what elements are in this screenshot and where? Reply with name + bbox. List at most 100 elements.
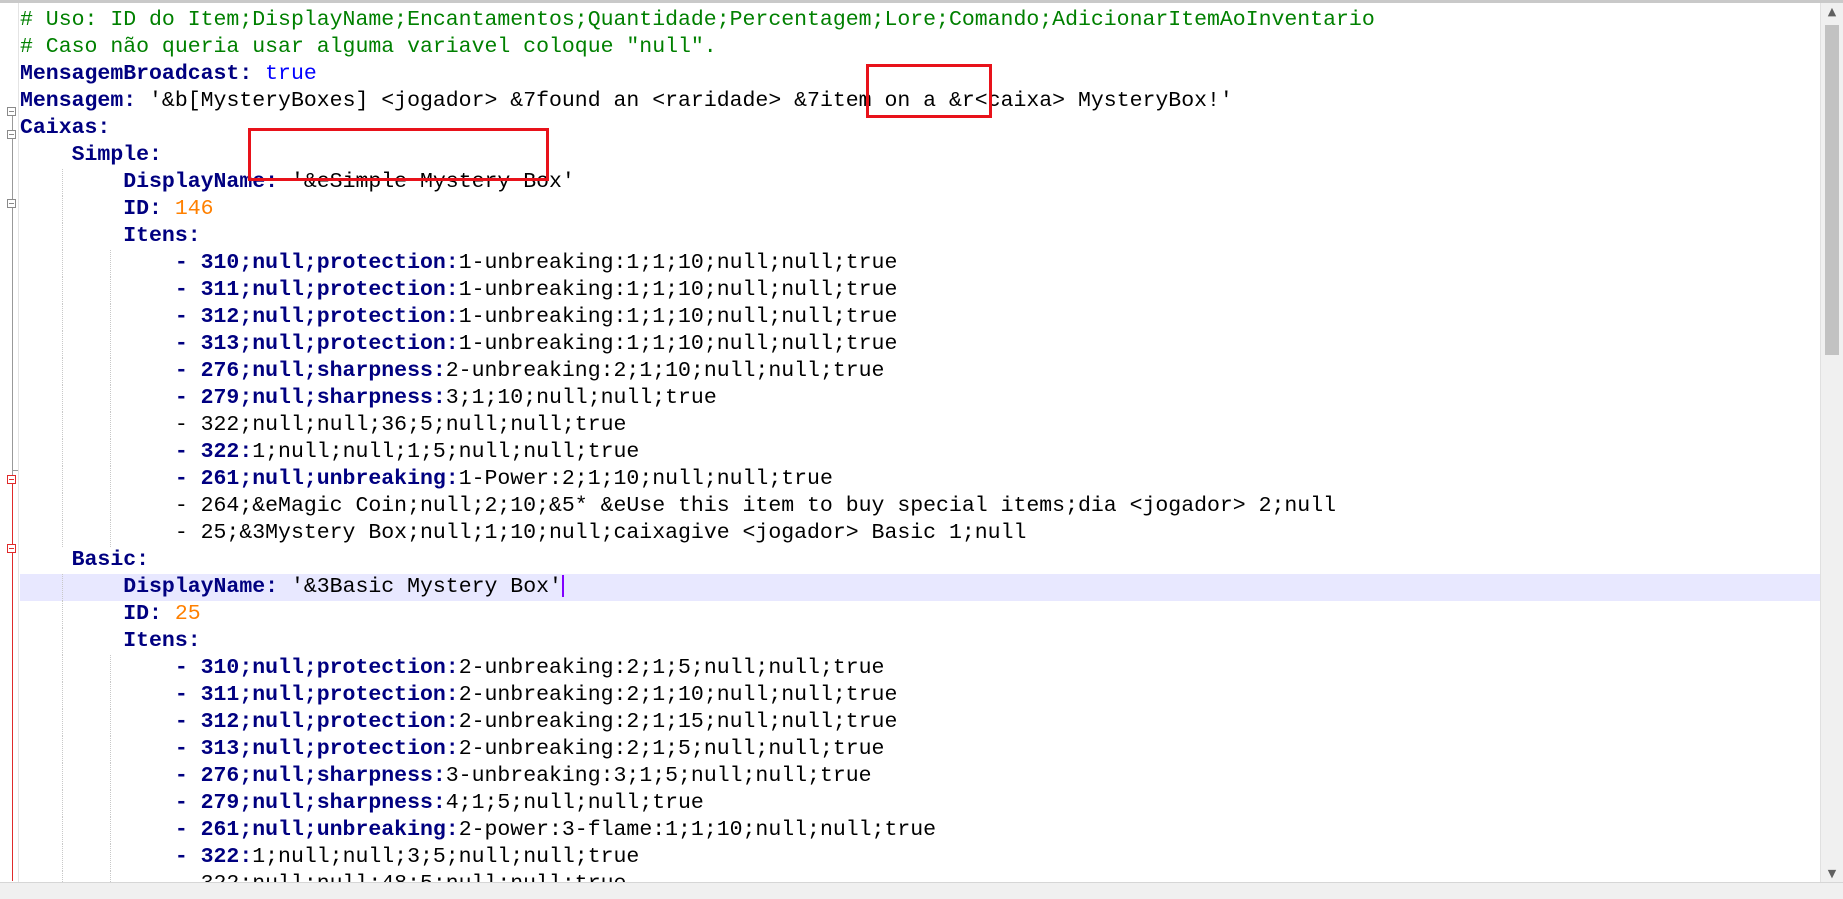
code-line[interactable]: - 279;null;sharpness:3;1;10;null;null;tr… [20,385,1821,412]
vertical-scrollbar[interactable]: ▲ ▼ [1820,3,1843,883]
fold-gutter [0,3,19,883]
code-line[interactable]: - 313;null;protection:2-unbreaking:2;1;5… [20,736,1821,763]
code-line[interactable]: - 322:1;null;null;1;5;null;null;true [20,439,1821,466]
item-prefix: - 322: [174,440,253,464]
item-prefix: - 313;null;protection: [174,332,459,356]
arrow-up-icon[interactable]: ▲ [1821,3,1843,21]
yaml-key: ID [123,197,150,221]
item-rest: 2-unbreaking:2;1;5;null;null;true [458,656,885,680]
code-line[interactable]: - 322:1;null;null;3;5;null;null;true [20,844,1821,871]
code-line[interactable]: Itens: [20,223,1821,250]
indent-guide [62,574,63,601]
item-rest: 2-unbreaking:2;1;15;null;null;true [458,710,898,734]
yaml-key: Mensagem [20,89,124,113]
indent-guide [110,385,111,412]
colon: : [239,62,266,86]
code-line[interactable]: - 279;null;sharpness:4;1;5;null;null;tru… [20,790,1821,817]
highlight-box-displayname [248,128,549,181]
comment-text: # Caso não queria usar alguma variavel c… [20,35,717,59]
yaml-key: DisplayName [123,170,266,194]
yaml-section-key: Basic [71,548,137,572]
scroll-thumb[interactable] [1825,25,1839,355]
code-line[interactable]: Itens: [20,628,1821,655]
item-rest: 4;1;5;null;null;true [445,791,704,815]
top-border [0,0,1843,3]
code-line[interactable]: - 25;&3Mystery Box;null;1;10;null;caixag… [20,520,1821,547]
indent-guide [62,655,63,682]
item-prefix: - 311;null;protection: [174,683,459,707]
colon: : [149,197,175,221]
item-rest: 2-unbreaking:2;1;10;null;null;true [458,683,898,707]
code-editor[interactable]: # Uso: ID do Item;DisplayName;Encantamen… [0,0,1843,899]
item-prefix: - 310;null;protection: [174,656,459,680]
indent-guide [62,196,63,223]
item-rest: 3;1;10;null;null;true [445,386,717,410]
item-prefix: - 279;null;sharpness: [174,386,446,410]
yaml-section-key: Simple [71,143,150,167]
code-line[interactable]: DisplayName: '&3Basic Mystery Box' [20,574,1821,601]
code-line[interactable]: - 310;null;protection:1-unbreaking:1;1;1… [20,250,1821,277]
fold-minus-icon[interactable] [7,544,16,553]
code-line[interactable]: - 322;null;null;36;5;null;null;true [20,412,1821,439]
item-prefix: - 261;null;unbreaking: [174,467,459,491]
yaml-value: 25 [174,602,201,626]
item-rest: 2-unbreaking:2;1;10;null;null;true [445,359,885,383]
fold-minus-icon[interactable] [7,475,16,484]
indent-guide [62,385,63,412]
indent-guide [110,655,111,682]
code-line[interactable]: ID: 25 [20,601,1821,628]
fold-line-simple-itens [12,207,13,471]
fold-minus-icon[interactable] [7,130,16,139]
indent-guide [62,412,63,439]
code-line[interactable]: ID: 146 [20,196,1821,223]
indent-guide [62,358,63,385]
yaml-key: DisplayName [123,575,266,599]
indent-guide [62,790,63,817]
item-rest: 1-unbreaking:1;1;10;null;null;true [458,332,898,356]
colon: : [187,629,201,653]
code-line[interactable]: - 276;null;sharpness:3-unbreaking:3;1;5;… [20,763,1821,790]
indent-guide [62,682,63,709]
code-line[interactable]: - 313;null;protection:1-unbreaking:1;1;1… [20,331,1821,358]
code-line[interactable]: - 312;null;protection:2-unbreaking:2;1;1… [20,709,1821,736]
colon: : [187,224,201,248]
item-rest: 1-unbreaking:1;1;10;null;null;true [458,305,898,329]
indent-guide [110,844,111,871]
fold-minus-icon[interactable] [7,107,16,116]
indent-guide [110,736,111,763]
item-prefix: - 313;null;protection: [174,737,459,761]
code-line[interactable]: - 261;null;unbreaking:2-power:3-flame:1;… [20,817,1821,844]
item-prefix: - 279;null;sharpness: [174,791,446,815]
horizontal-scrollbar[interactable] [0,882,1843,899]
colon: : [265,575,291,599]
code-line[interactable]: - 310;null;protection:2-unbreaking:2;1;5… [20,655,1821,682]
indent-guide [110,790,111,817]
arrow-down-icon[interactable]: ▼ [1821,865,1843,883]
text-caret [561,575,564,598]
code-line[interactable]: - 264;&eMagic Coin;null;2;10;&5* &eUse t… [20,493,1821,520]
code-line[interactable]: # Caso não queria usar alguma variavel c… [20,34,1821,61]
code-line[interactable]: - 276;null;sharpness:2-unbreaking:2;1;10… [20,358,1821,385]
item-rest: 2-power:3-flame:1;1;10;null;null;true [458,818,937,842]
item-prefix: - 322: [174,845,253,869]
indent-guide [110,817,111,844]
code-line[interactable]: - 261;null;unbreaking:1-Power:2;1;10;nul… [20,466,1821,493]
code-line[interactable]: Basic: [20,547,1821,574]
code-line[interactable]: # Uso: ID do Item;DisplayName;Encantamen… [20,7,1821,34]
code-line[interactable]: - 311;null;protection:1-unbreaking:1;1;1… [20,277,1821,304]
code-line[interactable]: - 311;null;protection:2-unbreaking:2;1;1… [20,682,1821,709]
item-prefix: - 261;null;unbreaking: [174,818,459,842]
indent-guide [110,682,111,709]
fold-minus-icon[interactable] [7,199,16,208]
code-line[interactable]: - 312;null;protection:1-unbreaking:1;1;1… [20,304,1821,331]
